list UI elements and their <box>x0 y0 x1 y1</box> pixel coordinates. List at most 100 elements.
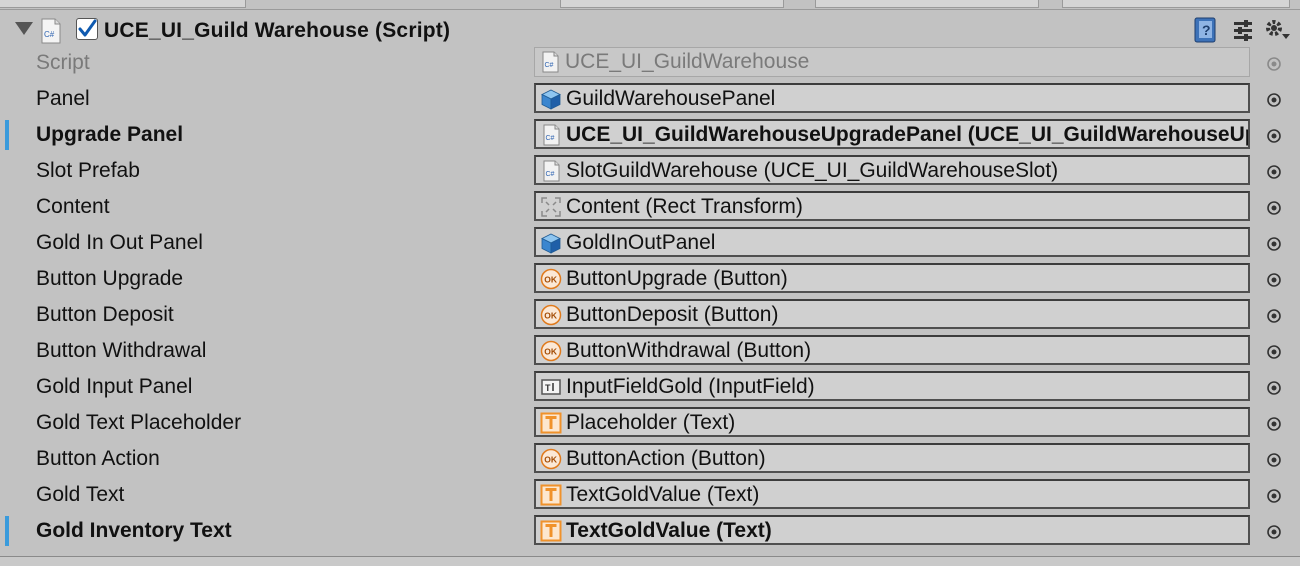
gear-menu-icon[interactable] <box>1263 16 1291 44</box>
object-picker-icon[interactable] <box>1266 126 1282 143</box>
previous-component-edge <box>1062 0 1290 8</box>
object-reference-value: GuildWarehousePanel <box>566 87 776 110</box>
object-picker-icon <box>1266 54 1282 71</box>
property-row: Slot Prefab C# SlotGuildWarehouse (UCE_UI_… <box>0 153 1300 189</box>
object-picker-icon[interactable] <box>1266 162 1282 179</box>
svg-text:T: T <box>545 383 551 393</box>
object-picker-icon[interactable] <box>1266 522 1282 539</box>
object-reference-field[interactable]: GoldInOutPanel <box>534 227 1250 257</box>
object-reference-field[interactable]: C# UCE_UI_GuildWarehouseUpgradePanel (UCE… <box>534 119 1250 149</box>
object-reference-value: ButtonAction (Button) <box>566 447 766 470</box>
svg-text:C#: C# <box>545 62 554 69</box>
property-row: Panel GuildWarehousePanel <box>0 81 1300 117</box>
object-reference-field[interactable]: GuildWarehousePanel <box>534 83 1250 113</box>
object-picker-icon[interactable] <box>1266 342 1282 359</box>
svg-text:C#: C# <box>546 135 555 142</box>
property-label: Button Action <box>36 447 160 470</box>
object-picker-icon[interactable] <box>1266 306 1282 323</box>
object-reference-field[interactable]: TextGoldValue (Text) <box>534 515 1250 545</box>
object-reference-value: Placeholder (Text) <box>566 411 736 434</box>
text-component-icon <box>540 484 562 506</box>
override-indicator <box>5 120 9 150</box>
property-label: Upgrade Panel <box>36 123 184 146</box>
svg-text:OK: OK <box>544 455 558 465</box>
property-label: Gold Text Placeholder <box>36 411 242 434</box>
property-label: Slot Prefab <box>36 159 140 182</box>
csharp-script-icon: C# <box>539 51 561 73</box>
property-row: Gold Text TextGoldValue (Text) <box>0 477 1300 513</box>
input-field-icon: T <box>540 376 562 398</box>
property-row: Gold In Out Panel GoldInOutPanel <box>0 225 1300 261</box>
object-reference-field: C# UCE_UI_GuildWarehouse <box>534 47 1250 77</box>
text-component-icon <box>540 520 562 542</box>
property-row: Content Content (Rect Transform) <box>0 189 1300 225</box>
property-row: Script C# UCE_UI_GuildWarehouse <box>0 45 1300 81</box>
checkmark-icon <box>78 19 97 37</box>
svg-text:?: ? <box>1202 22 1211 38</box>
property-row: Button Deposit OK ButtonDeposit (Button) <box>0 297 1300 333</box>
object-reference-value: UCE_UI_GuildWarehouseUpgradePanel (UCE_U… <box>566 123 1248 146</box>
object-reference-value: ButtonWithdrawal (Button) <box>566 339 812 362</box>
property-row: Button Withdrawal OK ButtonWithdrawal (But… <box>0 333 1300 369</box>
previous-component-edge <box>0 0 246 8</box>
object-reference-field[interactable]: C# SlotGuildWarehouse (UCE_UI_GuildWareho… <box>534 155 1250 185</box>
object-reference-field[interactable]: OK ButtonUpgrade (Button) <box>534 263 1250 293</box>
object-reference-value: ButtonUpgrade (Button) <box>566 267 788 290</box>
object-reference-field[interactable]: OK ButtonWithdrawal (Button) <box>534 335 1250 365</box>
button-ok-icon: OK <box>540 448 562 470</box>
object-reference-value: TextGoldValue (Text) <box>566 483 760 506</box>
object-reference-field[interactable]: TextGoldValue (Text) <box>534 479 1250 509</box>
property-list: Script C# UCE_UI_GuildWarehouse Panel GuildW… <box>0 45 1300 549</box>
previous-component-edge <box>815 0 1039 8</box>
object-reference-field[interactable]: OK ButtonDeposit (Button) <box>534 299 1250 329</box>
property-label: Script <box>36 51 90 74</box>
svg-text:OK: OK <box>544 275 558 285</box>
object-reference-value: SlotGuildWarehouse (UCE_UI_GuildWarehous… <box>566 159 1059 182</box>
object-picker-icon[interactable] <box>1266 450 1282 467</box>
property-label: Gold Input Panel <box>36 375 193 398</box>
inspector-top-strip <box>0 0 1300 10</box>
object-reference-field[interactable]: Placeholder (Text) <box>534 407 1250 437</box>
object-reference-value: GoldInOutPanel <box>566 231 716 254</box>
foldout-triangle-down-icon[interactable] <box>15 22 33 35</box>
help-book-icon[interactable]: ? <box>1192 16 1220 44</box>
object-picker-icon[interactable] <box>1266 234 1282 251</box>
component-enabled-checkbox[interactable] <box>76 18 98 40</box>
object-reference-value: InputFieldGold (InputField) <box>566 375 815 398</box>
property-label: Button Upgrade <box>36 267 184 290</box>
button-ok-icon: OK <box>540 268 562 290</box>
object-picker-icon[interactable] <box>1266 486 1282 503</box>
object-picker-icon[interactable] <box>1266 270 1282 287</box>
property-row: Gold Text Placeholder Placeholder (Text) <box>0 405 1300 441</box>
svg-text:C#: C# <box>546 171 555 178</box>
object-picker-icon[interactable] <box>1266 414 1282 431</box>
object-reference-field[interactable]: T InputFieldGold (InputField) <box>534 371 1250 401</box>
property-label: Button Deposit <box>36 303 174 326</box>
button-ok-icon: OK <box>540 304 562 326</box>
button-ok-icon: OK <box>540 340 562 362</box>
gameobject-cube-icon <box>540 232 562 254</box>
property-row: Button Action OK ButtonAction (Button) <box>0 441 1300 477</box>
property-label: Gold Inventory Text <box>36 519 232 542</box>
object-reference-value: UCE_UI_GuildWarehouse <box>565 50 810 73</box>
object-reference-field[interactable]: OK ButtonAction (Button) <box>534 443 1250 473</box>
object-reference-value: Content (Rect Transform) <box>566 195 803 218</box>
svg-text:C#: C# <box>44 30 55 39</box>
csharp-script-icon: C# <box>540 160 562 182</box>
object-reference-field[interactable]: Content (Rect Transform) <box>534 191 1250 221</box>
property-label: Panel <box>36 87 90 110</box>
object-picker-icon[interactable] <box>1266 90 1282 107</box>
component-panel: C# UCE_UI_Guild Warehouse (Script) ? Scr… <box>0 10 1300 556</box>
property-row: Button Upgrade OK ButtonUpgrade (Button) <box>0 261 1300 297</box>
object-picker-icon[interactable] <box>1266 198 1282 215</box>
override-indicator <box>5 516 9 546</box>
rect-transform-icon <box>540 196 562 218</box>
property-label: Gold Text <box>36 483 125 506</box>
component-header[interactable]: C# UCE_UI_Guild Warehouse (Script) ? <box>0 10 1300 50</box>
svg-text:OK: OK <box>544 311 558 321</box>
object-reference-value: ButtonDeposit (Button) <box>566 303 779 326</box>
object-picker-icon[interactable] <box>1266 378 1282 395</box>
object-reference-value: TextGoldValue (Text) <box>566 519 772 542</box>
presets-sliders-icon[interactable] <box>1229 16 1257 44</box>
property-row: Gold Input Panel T InputFieldGold (InputFi… <box>0 369 1300 405</box>
